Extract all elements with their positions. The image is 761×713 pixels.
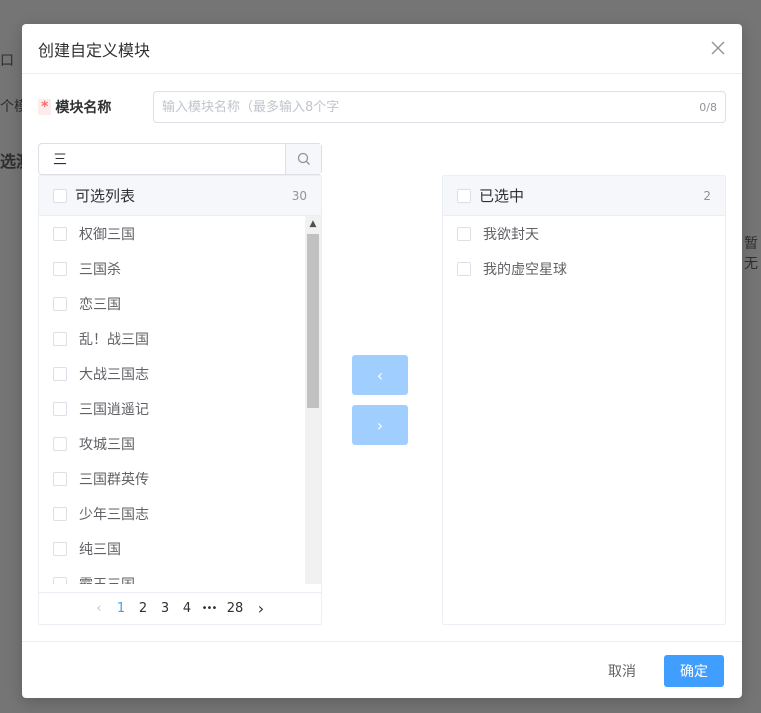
search-button[interactable]: [285, 144, 321, 174]
item-label: 纯三国: [79, 541, 121, 558]
module-name-label: * 模块名称: [38, 97, 153, 117]
search-box: [38, 143, 322, 175]
available-list-panel: 可选列表 30 权御三国三国杀恋三国乱！战三国大战三国志三国逍遥记攻城三国三国群…: [38, 175, 322, 625]
page-3[interactable]: 3: [154, 601, 176, 616]
search-input[interactable]: [39, 144, 285, 174]
item-checkbox[interactable]: [53, 366, 67, 381]
page-1[interactable]: 1: [110, 601, 132, 616]
list-item[interactable]: 大战三国志: [39, 356, 321, 391]
item-checkbox[interactable]: [53, 541, 67, 556]
page-2[interactable]: 2: [132, 601, 154, 616]
chevron-right-icon[interactable]: ›: [250, 599, 272, 618]
move-to-right-button[interactable]: ›: [352, 405, 408, 445]
list-item[interactable]: 攻城三国: [39, 426, 321, 461]
list-item[interactable]: 三国杀: [39, 251, 321, 286]
cancel-button[interactable]: 取消: [594, 655, 650, 687]
list-item[interactable]: 纯三国: [39, 531, 321, 566]
item-label: 大战三国志: [79, 366, 149, 383]
selected-count: 2: [703, 188, 711, 203]
available-list: 权御三国三国杀恋三国乱！战三国大战三国志三国逍遥记攻城三国三国群英传少年三国志纯…: [39, 216, 321, 584]
page-4[interactable]: 4: [176, 601, 198, 616]
item-label: 权御三国: [79, 226, 135, 243]
item-label: 我欲封天: [483, 226, 539, 243]
item-checkbox[interactable]: [53, 576, 67, 584]
scroll-up-arrow-icon[interactable]: ▲: [305, 216, 321, 232]
item-label: 三国群英传: [79, 471, 149, 488]
select-all-selected-checkbox[interactable]: [457, 188, 471, 203]
chevron-right-icon: ›: [376, 415, 384, 435]
item-checkbox[interactable]: [457, 226, 471, 241]
confirm-button[interactable]: 确定: [664, 655, 724, 687]
module-name-field[interactable]: 0/8: [153, 91, 726, 123]
item-checkbox[interactable]: [53, 401, 67, 416]
item-label: 乱！战三国: [79, 331, 149, 348]
item-checkbox[interactable]: [53, 331, 67, 346]
item-label: 霸王三国: [79, 574, 135, 585]
list-item[interactable]: 乱！战三国: [39, 321, 321, 356]
list-item[interactable]: 少年三国志: [39, 496, 321, 531]
item-label: 恋三国: [79, 296, 121, 313]
create-module-dialog: 创建自定义模块 * 模块名称 0/8 可选列表 30 权御三国三国杀恋三国乱！战…: [22, 24, 742, 698]
list-item[interactable]: 三国群英传: [39, 461, 321, 496]
item-checkbox[interactable]: [53, 471, 67, 486]
item-checkbox[interactable]: [53, 261, 67, 276]
available-list-header: 可选列表 30: [39, 176, 321, 216]
pagination: ‹ 1 2 3 4 ••• 28 ›: [39, 592, 321, 624]
list-item[interactable]: 我欲封天: [443, 216, 725, 251]
module-name-row: * 模块名称 0/8: [38, 91, 726, 123]
item-checkbox[interactable]: [53, 296, 67, 311]
chevron-left-icon[interactable]: ‹: [88, 601, 110, 616]
list-scrollbar[interactable]: ▲: [305, 216, 321, 584]
selected-list-header: 已选中 2: [443, 176, 725, 216]
module-name-label-text: 模块名称: [55, 100, 112, 116]
list-item[interactable]: 权御三国: [39, 216, 321, 251]
page-ellipsis[interactable]: •••: [198, 603, 220, 614]
item-label: 少年三国志: [79, 506, 149, 523]
list-item[interactable]: 我的虚空星球: [443, 251, 725, 286]
list-item[interactable]: 三国逍遥记: [39, 391, 321, 426]
scroll-thumb[interactable]: [307, 234, 319, 408]
dialog-title: 创建自定义模块: [38, 40, 151, 60]
available-count: 30: [291, 188, 307, 203]
item-checkbox[interactable]: [53, 436, 67, 451]
close-icon[interactable]: [710, 40, 726, 56]
item-checkbox[interactable]: [53, 506, 67, 521]
search-icon: [297, 152, 310, 165]
move-to-left-button[interactable]: ‹: [352, 355, 408, 395]
selected-list: 我欲封天我的虚空星球: [443, 216, 725, 584]
page-last[interactable]: 28: [220, 601, 250, 616]
item-label: 三国逍遥记: [79, 401, 149, 418]
item-checkbox[interactable]: [457, 261, 471, 276]
item-label: 三国杀: [79, 261, 121, 278]
item-label: 攻城三国: [79, 436, 135, 453]
dialog-header: 创建自定义模块: [22, 24, 742, 74]
selected-list-panel: 已选中 2 我欲封天我的虚空星球: [442, 175, 726, 625]
chevron-left-icon: ‹: [376, 365, 384, 385]
item-label: 我的虚空星球: [483, 261, 567, 278]
selected-list-title: 已选中: [479, 187, 525, 205]
module-name-input[interactable]: [162, 99, 700, 115]
available-list-title: 可选列表: [75, 187, 136, 205]
module-name-counter: 0/8: [699, 100, 717, 114]
list-item[interactable]: 霸王三国: [39, 566, 321, 584]
item-checkbox[interactable]: [53, 226, 67, 241]
select-all-available-checkbox[interactable]: [53, 188, 67, 203]
dialog-footer: 取消 确定: [22, 641, 742, 698]
list-item[interactable]: 恋三国: [39, 286, 321, 321]
required-mark: *: [38, 99, 52, 115]
